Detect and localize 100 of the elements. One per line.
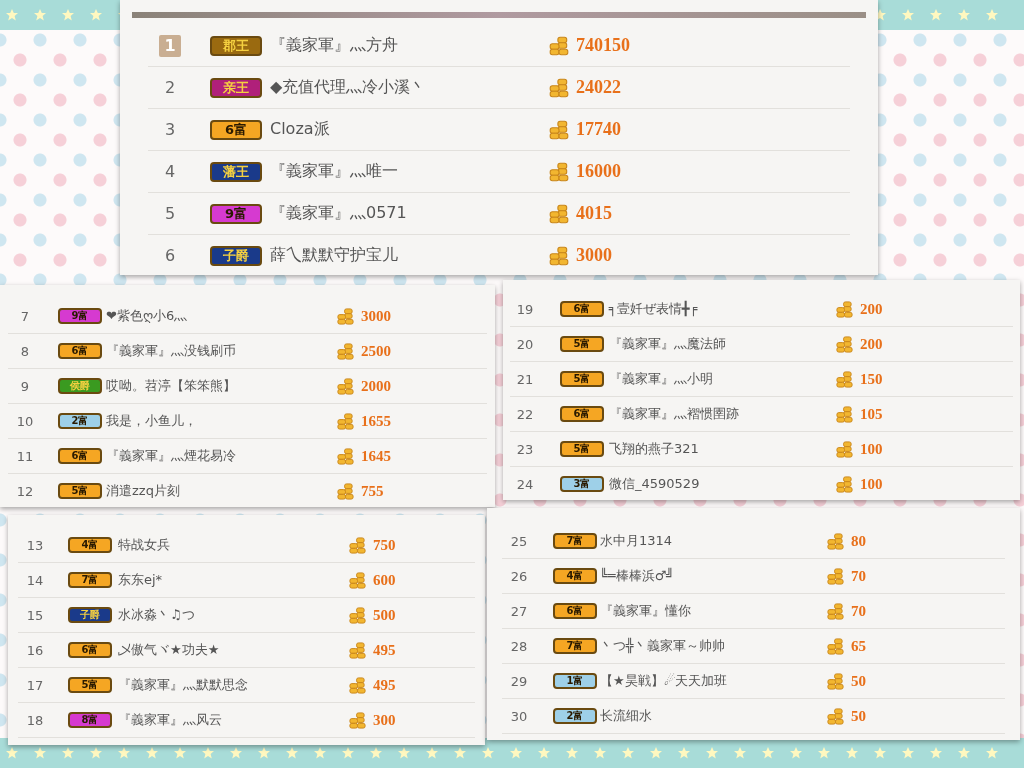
user-name: 微信_4590529 xyxy=(609,475,701,493)
user-name: ❤紫色ღ小6灬 xyxy=(106,307,189,325)
coin-amount: 200 xyxy=(860,300,883,318)
rank-number: 7 xyxy=(20,308,30,324)
level-badge: 8富 xyxy=(68,712,112,728)
coin-stack-icon xyxy=(548,160,570,183)
rank-number: 24 xyxy=(516,476,534,492)
level-badge: 4富 xyxy=(68,537,112,553)
user-name: 薛乀默默守护宝儿 xyxy=(270,245,399,266)
coin-stack-icon xyxy=(835,299,854,319)
coin-stack-icon xyxy=(826,671,845,691)
level-badge: 6富 xyxy=(68,642,112,658)
rank-number: 2 xyxy=(164,78,176,97)
user-name: 水中月1314 xyxy=(600,532,674,550)
coin-stack-icon xyxy=(336,376,355,396)
coin-amount: 755 xyxy=(361,482,384,500)
user-name: 长流细水 xyxy=(600,707,653,725)
coin-stack-icon xyxy=(835,334,854,354)
coin-amount: 2500 xyxy=(361,342,391,360)
rank-number: 27 xyxy=(510,603,528,619)
coin-stack-icon xyxy=(548,202,570,225)
coin-amount: 2000 xyxy=(361,377,391,395)
level-badge: 藩王 xyxy=(210,161,262,182)
coin-stack-icon xyxy=(548,118,570,141)
coin-amount: 100 xyxy=(860,440,883,458)
coin-amount: 105 xyxy=(860,405,883,423)
level-badge: 7富 xyxy=(68,572,112,588)
coin-stack-icon xyxy=(348,675,367,695)
level-badge: 6富 xyxy=(553,603,597,619)
coin-amount: 3000 xyxy=(361,307,391,325)
coin-amount: 300 xyxy=(373,711,396,729)
rank-number: 1 xyxy=(159,34,181,57)
level-badge: 子爵 xyxy=(210,245,262,266)
level-badge: 郡王 xyxy=(210,35,262,56)
coin-amount: 495 xyxy=(373,676,396,694)
user-name: 东东ej* xyxy=(118,571,164,589)
level-badge: 3富 xyxy=(560,476,604,492)
rank-number: 17 xyxy=(26,677,44,693)
rank-number: 8 xyxy=(20,343,30,359)
coin-amount: 740150 xyxy=(576,35,630,56)
coin-amount: 600 xyxy=(373,571,396,589)
coin-stack-icon xyxy=(826,636,845,656)
coin-amount: 70 xyxy=(851,602,866,620)
coin-amount: 70 xyxy=(851,567,866,585)
level-badge: 6富 xyxy=(560,406,604,422)
rank-number: 10 xyxy=(16,413,34,429)
user-name: 『義家軍』灬方舟 xyxy=(270,35,399,56)
user-name: 丶つ╬丶義家軍～帅帅 xyxy=(600,637,726,655)
level-badge: 2富 xyxy=(58,413,102,429)
coin-amount: 3000 xyxy=(576,245,612,266)
coin-stack-icon xyxy=(336,446,355,466)
level-badge: 5富 xyxy=(560,336,604,352)
rank-number: 5 xyxy=(164,204,176,223)
coin-stack-icon xyxy=(826,706,845,726)
user-name: 『義家軍』灬褶惯圉跡 xyxy=(609,405,740,423)
coin-amount: 500 xyxy=(373,606,396,624)
coin-stack-icon xyxy=(348,605,367,625)
user-name: 『義家軍』懂你 xyxy=(600,602,692,620)
rank-number: 18 xyxy=(26,712,44,728)
level-badge: 6富 xyxy=(210,119,262,140)
coin-stack-icon xyxy=(835,404,854,424)
user-name: 『義家軍』灬默默思念 xyxy=(118,676,249,694)
rank-number: 11 xyxy=(16,448,34,464)
coin-amount: 24022 xyxy=(576,77,621,98)
rank-number: 25 xyxy=(510,533,528,549)
user-name: ╕壹奷ぜ表情╋╒ xyxy=(609,300,699,318)
coin-stack-icon xyxy=(835,474,854,494)
coin-stack-icon xyxy=(548,244,570,267)
coin-stack-icon xyxy=(348,570,367,590)
level-badge: 5富 xyxy=(68,677,112,693)
coin-amount: 17740 xyxy=(576,119,621,140)
user-name: 『義家軍』灬煙花易冷 xyxy=(106,447,237,465)
level-badge: 7富 xyxy=(553,533,597,549)
user-name: 我是，小鱼儿， xyxy=(106,412,198,430)
rank-number: 3 xyxy=(164,120,176,139)
user-name: Cloza派 xyxy=(270,119,331,140)
coin-stack-icon xyxy=(348,710,367,730)
user-name: 『義家軍』灬风云 xyxy=(118,711,223,729)
user-name: 『義家軍』灬唯一 xyxy=(270,161,399,182)
rank-number: 19 xyxy=(516,301,534,317)
coin-stack-icon xyxy=(826,531,845,551)
coin-stack-icon xyxy=(835,369,854,389)
user-name: 飞翔的燕子321 xyxy=(609,440,700,458)
user-name: ◆充值代理灬冷小溪丶 xyxy=(270,77,428,98)
rank-number: 13 xyxy=(26,537,44,553)
level-badge: 6富 xyxy=(560,301,604,317)
coin-amount: 1645 xyxy=(361,447,391,465)
rank-number: 26 xyxy=(510,568,528,584)
level-badge: 子爵 xyxy=(68,607,112,623)
level-badge: 亲王 xyxy=(210,77,262,98)
coin-amount: 4015 xyxy=(576,203,612,224)
rank-number: 4 xyxy=(164,162,176,181)
coin-stack-icon xyxy=(548,76,570,99)
level-badge: 7富 xyxy=(553,638,597,654)
rank-number: 20 xyxy=(516,336,534,352)
level-badge: 9富 xyxy=(58,308,102,324)
coin-amount: 750 xyxy=(373,536,396,554)
coin-amount: 65 xyxy=(851,637,866,655)
rank-number: 14 xyxy=(26,572,44,588)
level-badge: 9富 xyxy=(210,203,262,224)
